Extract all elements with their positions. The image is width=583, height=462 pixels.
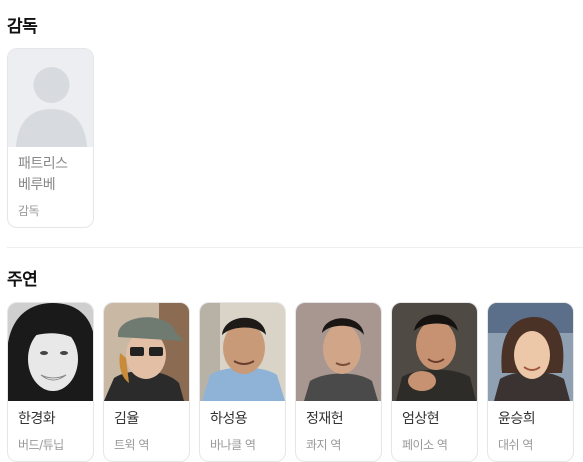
cast-name: 김율 [114,411,139,427]
cast-photo [296,303,381,401]
cast-photo [392,303,477,401]
cast-photo [488,303,573,401]
director-name: 패트리스 베루베 [18,156,68,193]
director-role: 감독 [18,204,40,218]
cast-role: 페이소 역 [402,438,448,452]
cast-card-eomsanghyeon[interactable]: 엄상현 페이소 역 [391,302,478,462]
section-divider [7,247,583,248]
cast-photo [200,303,285,401]
cast-name: 하성용 [210,411,248,427]
director-card[interactable]: 패트리스 베루베 감독 [7,48,94,228]
cast-role: 트윅 역 [114,438,149,452]
cast-section-title: 주연 [7,270,38,290]
cast-card-gimyul[interactable]: 김율 트윅 역 [103,302,190,462]
cast-card-hangyeonghwa[interactable]: 한경화 버드/튜닙 [7,302,94,462]
cast-role: 대쉬 역 [498,438,533,452]
cast-card-yunseunghui[interactable]: 윤승희 대쉬 역 [487,302,574,462]
cast-name: 윤승희 [498,411,536,427]
cast-card-jeongjaeheon[interactable]: 정재헌 콰지 역 [295,302,382,462]
cast-name: 엄상현 [402,411,440,427]
placeholder-avatar-icon [8,49,93,147]
cast-name: 정재헌 [306,411,344,427]
cast-role: 버드/튜닙 [18,438,64,452]
cast-card-haseongyong[interactable]: 하성용 바나클 역 [199,302,286,462]
director-section-title: 감독 [7,17,38,37]
cast-role: 콰지 역 [306,438,341,452]
cast-role: 바나클 역 [210,438,256,452]
cast-photo [104,303,189,401]
cast-name: 한경화 [18,411,56,427]
cast-photo [8,303,93,401]
